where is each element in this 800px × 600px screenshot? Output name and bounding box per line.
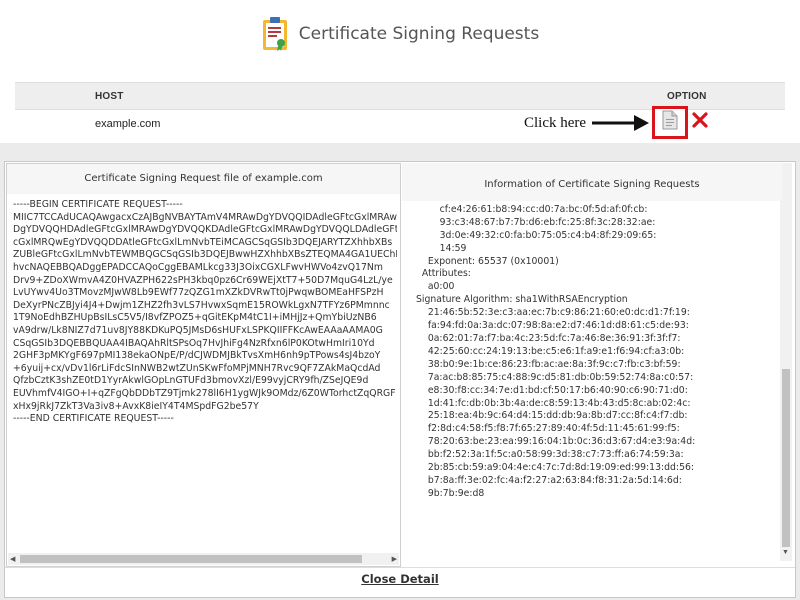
arrow-right-icon xyxy=(592,114,650,137)
csr-line: vA9drw/Lk8NIZ7d71uv8JY88KDKuPQ5JMsD6sHUF… xyxy=(13,324,383,336)
info-line: f2:8d:c4:58:f5:f8:7f:65:27:89:40:4f:5d:1… xyxy=(416,423,680,435)
info-line: Signature Algorithm: sha1WithRSAEncrypti… xyxy=(416,294,628,306)
info-line: 9b:7b:9e:d8 xyxy=(416,487,485,499)
csr-line: MIIC7TCCAdUCAQAwgacxCzAJBgNVBAYTAmV4MRAw… xyxy=(13,211,397,223)
horizontal-scrollbar[interactable]: ◀ ▶ xyxy=(8,553,399,565)
csr-line: 1T9NoEdhBZHUpBsILsC5V5/I8vfZPOZ5+qGitEKp… xyxy=(13,312,377,324)
csr-line: EUVhmfV4IGO+I+qZFgQbDDbTZ9Tjmk278lI6H1yg… xyxy=(13,387,396,399)
csr-line: cGxlMRQwEgYDVQQDDAtleGFtcGxlLmNvbTEiMCAG… xyxy=(13,236,393,248)
csr-line: hvcNAQEBBQADggEPADCCAQoCggEBAMLkcg33J3Oi… xyxy=(13,261,383,273)
info-line: cf:e4:26:61:b8:94:cc:d0:7a:bc:0f:5d:af:0… xyxy=(416,203,648,215)
close-detail-link[interactable]: Close Detail xyxy=(5,572,795,586)
delete-csr-button[interactable] xyxy=(690,111,710,133)
divider xyxy=(5,567,795,568)
info-line: 3d:0e:49:32:c0:fa:b0:75:05:c4:b4:8f:29:0… xyxy=(416,229,657,241)
csr-info-title: Information of Certificate Signing Reque… xyxy=(402,163,782,201)
info-line: 93:c3:48:67:b7:7b:d6:eb:fc:25:8f:3c:28:3… xyxy=(416,216,656,228)
csr-line: 2GHF3pMKYgF697pMI138ekaONpE/P/dCJWDMJBkT… xyxy=(13,350,381,362)
csr-file-pane: Certificate Signing Request file of exam… xyxy=(6,163,401,567)
csr-list-panel: Certificate Signing Requests HOST OPTION… xyxy=(0,0,800,143)
scrollbar-thumb[interactable] xyxy=(20,555,362,563)
info-line: 7a:ac:b8:85:75:c4:88:9c:d5:81:db:0b:59:5… xyxy=(416,371,694,383)
info-line: bb:f2:52:3a:1f:5c:a0:58:99:3d:38:c7:73:f… xyxy=(416,449,684,461)
info-line: a0:00 xyxy=(416,281,455,293)
view-csr-button[interactable] xyxy=(652,106,688,139)
csr-detail-panel: Certificate Signing Request file of exam… xyxy=(4,161,796,598)
csr-info-text[interactable]: fa:a1:a2:b4:42:a9:33:8b:42:d4:8f:a2:30:7… xyxy=(416,191,776,561)
csr-line: ZUBleGFtcGxlLmNvbTEWMBQGCSqGSIb3DQEJBwwH… xyxy=(13,249,397,261)
info-line: 38:b0:9e:1b:ce:86:23:fb:ac:ae:8a:3f:9c:c… xyxy=(416,358,681,370)
info-line: 42:25:60:cc:24:19:13:be:c5:e6:1f:a9:e1:f… xyxy=(416,345,685,357)
page-title: Certificate Signing Requests xyxy=(298,24,540,44)
csr-line: -----END CERTIFICATE REQUEST----- xyxy=(13,413,174,425)
info-line: b7:8a:ff:3e:02:fc:4a:f2:27:a2:63:84:f8:3… xyxy=(416,474,682,486)
csr-line: xHx9jRkJ7ZkT3Va3iv8+AvxK8ieIY4T4MSpdFG2b… xyxy=(13,400,259,412)
document-icon xyxy=(662,110,678,135)
csr-line: CSqGSIb3DQEBBQUAA4IBAQAhRltSPsOq7HvJhiFg… xyxy=(13,337,375,349)
csr-text-area[interactable]: -----BEGIN CERTIFICATE REQUEST----- MIIC7… xyxy=(13,199,397,544)
csr-line: -----BEGIN CERTIFICATE REQUEST----- xyxy=(13,199,183,210)
info-line: 1d:41:fc:db:0b:3b:4a:de:c8:59:13:4b:43:d… xyxy=(416,397,691,409)
info-line: 0a:62:01:7a:f7:ba:4c:23:5d:fc:7a:46:8e:3… xyxy=(416,332,681,344)
csr-line: DeXyrPNcZBJyi4J4+Dwjm1ZHZ2fh3vLS7HvwxSqm… xyxy=(13,299,390,311)
scroll-right-icon[interactable]: ▶ xyxy=(392,555,397,563)
close-icon xyxy=(692,111,708,133)
info-line: 2b:85:cb:59:a9:04:4e:c4:7c:7d:8d:19:09:e… xyxy=(416,462,695,474)
table-row-host: example.com xyxy=(95,118,161,130)
info-line: Exponent: 65537 (0x10001) xyxy=(416,255,559,267)
scrollbar-thumb[interactable] xyxy=(782,369,790,547)
scroll-left-icon[interactable]: ◀ xyxy=(10,555,15,563)
info-line: 78:20:63:be:23:ea:99:16:04:1b:0c:36:d3:6… xyxy=(416,436,696,448)
info-line: 14:59 xyxy=(416,242,467,254)
scroll-down-icon[interactable]: ▼ xyxy=(782,549,789,556)
info-line: Attributes: xyxy=(416,268,471,280)
csr-line: DgYDVQQHDAdleGFtcGxlMRAwDgYDVQQKDAdleGFt… xyxy=(13,224,397,236)
click-here-annotation: Click here xyxy=(524,115,587,131)
csr-line: +6yuij+cx/vDv1l6rLiFdcSInNWB2wtZUnSKwFfo… xyxy=(13,362,381,374)
info-line: 21:46:5b:52:3e:c3:aa:ec:7b:c9:86:21:60:e… xyxy=(416,307,690,319)
csr-line: QfzbCztK3shZE0tD1YyrAkwlGOpLnGTUFd3bmovX… xyxy=(13,375,369,387)
column-host: HOST xyxy=(95,91,124,102)
certificate-icon xyxy=(261,16,291,52)
info-line: fa:94:fd:0a:3a:dc:07:98:8a:e2:d7:46:1d:d… xyxy=(416,320,689,332)
page-header: Certificate Signing Requests xyxy=(0,16,800,52)
info-line: e8:30:f8:cc:34:7e:d1:bd:cf:50:17:b6:40:9… xyxy=(416,384,688,396)
info-line: 25:18:ea:4b:9c:64:d4:15:dd:db:9a:8b:d7:c… xyxy=(416,410,688,422)
vertical-scrollbar[interactable]: ▼ xyxy=(780,163,792,561)
column-option: OPTION xyxy=(667,91,707,102)
csr-line: Drv9+ZDoXWmvA4Z0HVAZPH622sPH3kbq0pz6Cr69… xyxy=(13,274,393,286)
csr-line: LvUYwv4Uo3TMovzMJwW8Lb9EWf77zQZG1mXZkDVR… xyxy=(13,287,384,299)
csr-file-title: Certificate Signing Request file of exam… xyxy=(7,164,400,194)
csr-info-pane: fa:a1:a2:b4:42:a9:33:8b:42:d4:8f:a2:30:7… xyxy=(402,163,794,567)
